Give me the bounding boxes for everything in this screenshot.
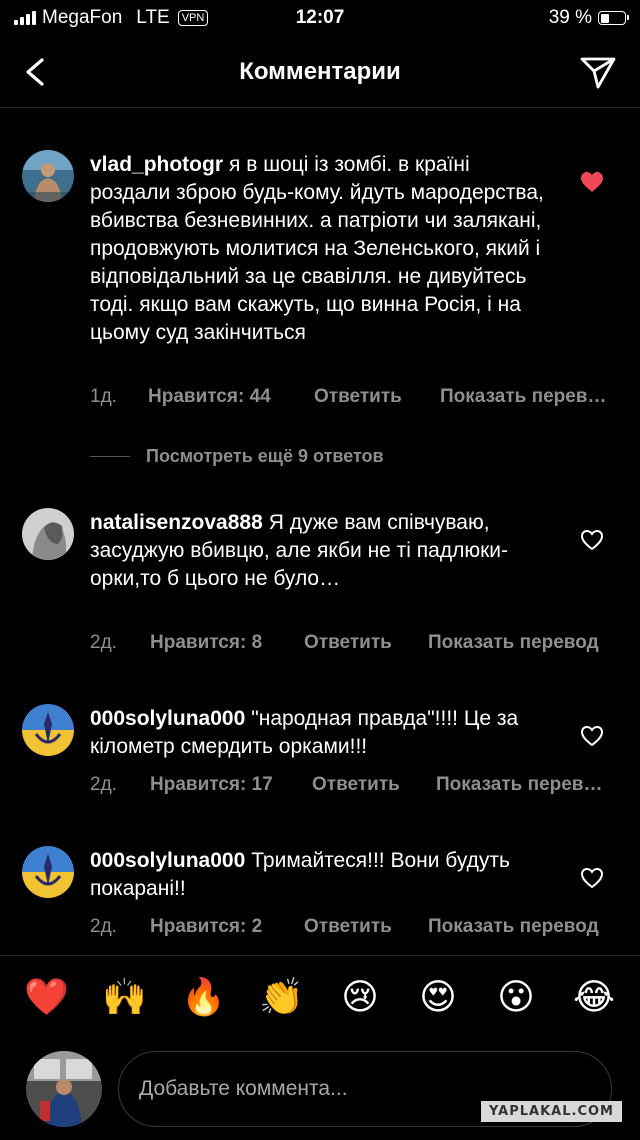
like-button[interactable] (580, 867, 604, 889)
emoji-surprised-button[interactable]: 😮 (494, 976, 538, 1020)
my-avatar[interactable] (26, 1051, 102, 1127)
watermark: YAPLAKAL.COM (481, 1101, 622, 1122)
emoji-heart-button[interactable]: ❤️ (24, 976, 69, 1020)
translate-button[interactable]: Показать перевод (428, 632, 599, 654)
emoji-heart-eyes-button[interactable]: 😍 (416, 976, 460, 1020)
page-title: Комментарии (239, 58, 401, 85)
battery-percent: 39 % (548, 7, 592, 28)
like-button[interactable] (580, 725, 604, 747)
comment-text: я в шоці із зомбі. в країні роздали збро… (90, 153, 544, 344)
emoji-crying-button[interactable]: 😢 (338, 976, 382, 1020)
share-button[interactable] (578, 52, 618, 92)
paper-plane-icon (580, 57, 616, 89)
heart-outline-icon (580, 725, 604, 747)
translate-button[interactable]: Показать перевод (428, 916, 599, 938)
like-button[interactable] (580, 529, 604, 551)
comment-username[interactable]: 000solyluna000 (90, 849, 245, 872)
comment-username[interactable]: natalisenzova888 (90, 511, 263, 534)
comment-time: 2д. (90, 632, 117, 653)
emoji-fire-button[interactable]: 🔥 (181, 976, 226, 1020)
comment-username[interactable]: vlad_photogr (90, 153, 223, 176)
translate-button[interactable]: Показать перев… (440, 386, 607, 408)
avatar[interactable] (22, 150, 74, 202)
battery-icon (598, 11, 629, 25)
view-replies-button[interactable]: Посмотреть ещё 9 ответов (90, 446, 384, 467)
status-bar: MegaFon LTE VPN 12:07 39 % (0, 0, 640, 36)
heart-outline-icon (580, 867, 604, 889)
translate-button[interactable]: Показать перев… (436, 774, 603, 796)
comment-time: 2д. (90, 916, 117, 937)
reply-button[interactable]: Ответить (312, 774, 436, 796)
clock: 12:07 (295, 7, 345, 28)
emoji-laughing-button[interactable]: 😂 (572, 976, 616, 1020)
likes-count[interactable]: Нравится: 2 (150, 916, 304, 938)
view-replies-label: Посмотреть ещё 9 ответов (146, 446, 384, 466)
reply-button[interactable]: Ответить (314, 386, 440, 408)
comment-username[interactable]: 000solyluna000 (90, 707, 245, 730)
heart-outline-icon (580, 529, 604, 551)
avatar[interactable] (22, 508, 74, 560)
battery-level (600, 13, 610, 23)
avatar[interactable] (22, 704, 74, 756)
emoji-reaction-bar: ❤️ 🙌 🔥 👏 😢 😍 😮 😂 (0, 955, 640, 1045)
reply-button[interactable]: Ответить (304, 916, 428, 938)
emoji-clapping-button[interactable]: 👏 (259, 976, 304, 1020)
likes-count[interactable]: Нравится: 44 (148, 386, 314, 408)
heart-filled-icon (581, 172, 603, 192)
like-button[interactable] (580, 171, 604, 193)
divider (90, 456, 130, 457)
likes-count[interactable]: Нравится: 17 (150, 774, 312, 796)
header: Комментарии (0, 36, 640, 108)
likes-count[interactable]: Нравится: 8 (150, 632, 304, 654)
comment-composer (0, 1045, 640, 1140)
emoji-raised-hands-button[interactable]: 🙌 (102, 976, 147, 1020)
comment-time: 2д. (90, 774, 117, 795)
avatar[interactable] (22, 846, 74, 898)
reply-button[interactable]: Ответить (304, 632, 428, 654)
comment-time: 1д. (90, 386, 117, 407)
